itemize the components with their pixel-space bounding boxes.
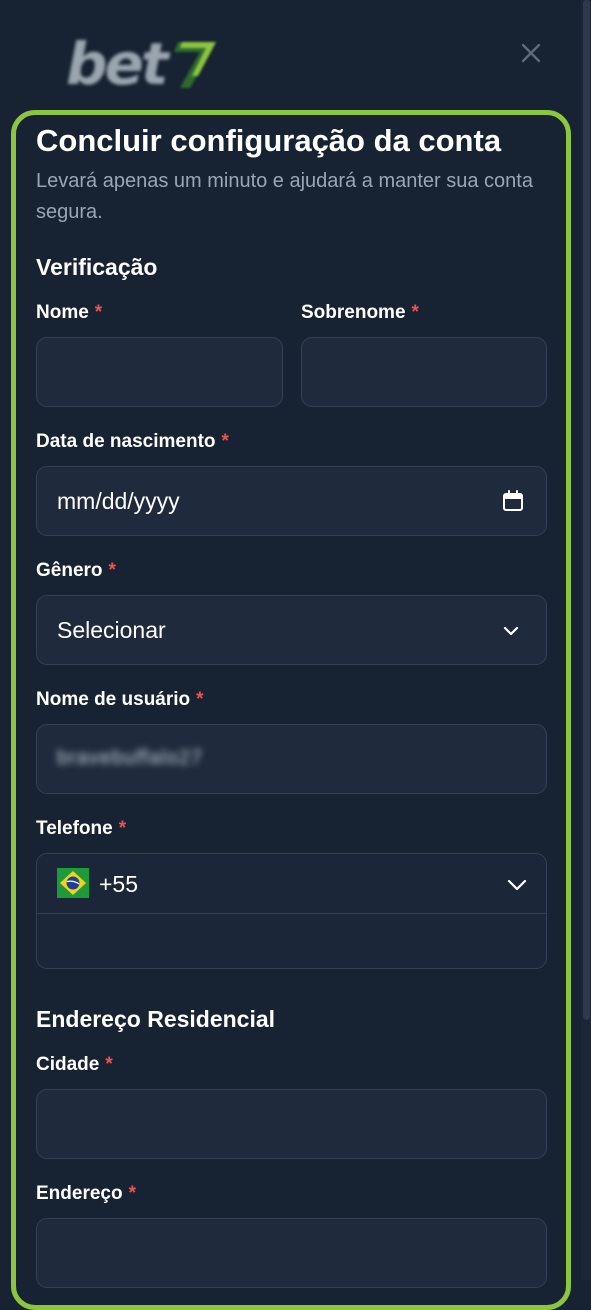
logo-seven-mark	[174, 42, 216, 88]
birth-date-field[interactable]: mm/dd/yyyy	[36, 466, 547, 536]
required-marker: *	[108, 560, 116, 581]
gender-select-placeholder: Selecionar	[57, 616, 166, 643]
last-name-input[interactable]	[302, 338, 546, 406]
last-name-label: Sobrenome *	[301, 302, 419, 323]
gender-select[interactable]: Selecionar	[36, 595, 547, 665]
required-marker: *	[128, 1183, 136, 1204]
scrollbar-thumb[interactable]	[583, 0, 590, 1020]
phone-number-input[interactable]	[37, 914, 546, 968]
city-field[interactable]	[36, 1089, 547, 1159]
required-marker: *	[196, 689, 204, 710]
phone-number-field[interactable]	[37, 914, 546, 968]
section-title-address: Endereço Residencial	[36, 1006, 276, 1032]
gender-label: Gênero *	[36, 560, 116, 581]
first-name-field[interactable]	[36, 337, 283, 407]
close-icon	[521, 43, 541, 63]
page-title: Concluir configuração da conta	[36, 123, 502, 158]
birth-date-input[interactable]: mm/dd/yyyy	[37, 467, 546, 535]
required-marker: *	[94, 302, 103, 323]
country-code-value: +55	[99, 871, 139, 897]
page-subtitle: Levará apenas um minuto e ajudará a mant…	[36, 170, 533, 223]
birth-date-label: Data de nascimento *	[36, 431, 229, 452]
city-input[interactable]	[37, 1090, 546, 1158]
username-value[interactable]: bravebuffalo27	[57, 747, 203, 770]
first-name-input[interactable]	[37, 338, 282, 406]
chevron-down-icon	[503, 626, 519, 636]
modal-header: bet	[0, 0, 581, 110]
logo-wordmark: bet	[66, 30, 169, 98]
street-field[interactable]	[36, 1218, 547, 1288]
last-name-field[interactable]	[301, 337, 547, 407]
page-scrollbar[interactable]	[581, 0, 591, 1280]
street-input[interactable]	[37, 1219, 546, 1287]
phone-label: Telefone *	[36, 818, 127, 839]
username-label: Nome de usuário *	[36, 689, 204, 710]
close-button[interactable]	[514, 36, 548, 70]
required-marker: *	[105, 1054, 113, 1075]
brazil-flag-icon	[57, 868, 89, 898]
brand-logo: bet	[62, 30, 222, 100]
username-field[interactable]: bravebuffalo27	[36, 724, 547, 794]
calendar-icon[interactable]	[502, 490, 524, 512]
required-marker: *	[411, 302, 419, 323]
country-code-select[interactable]: +55	[37, 854, 546, 914]
first-name-label: Nome *	[36, 302, 103, 323]
phone-field-group: +55	[36, 853, 547, 969]
required-marker: *	[221, 431, 229, 452]
chevron-down-icon	[507, 879, 527, 891]
required-marker: *	[118, 818, 127, 839]
section-title-verification: Verificação	[36, 254, 158, 280]
street-label: Endereço *	[36, 1183, 136, 1204]
city-label: Cidade *	[36, 1054, 113, 1075]
